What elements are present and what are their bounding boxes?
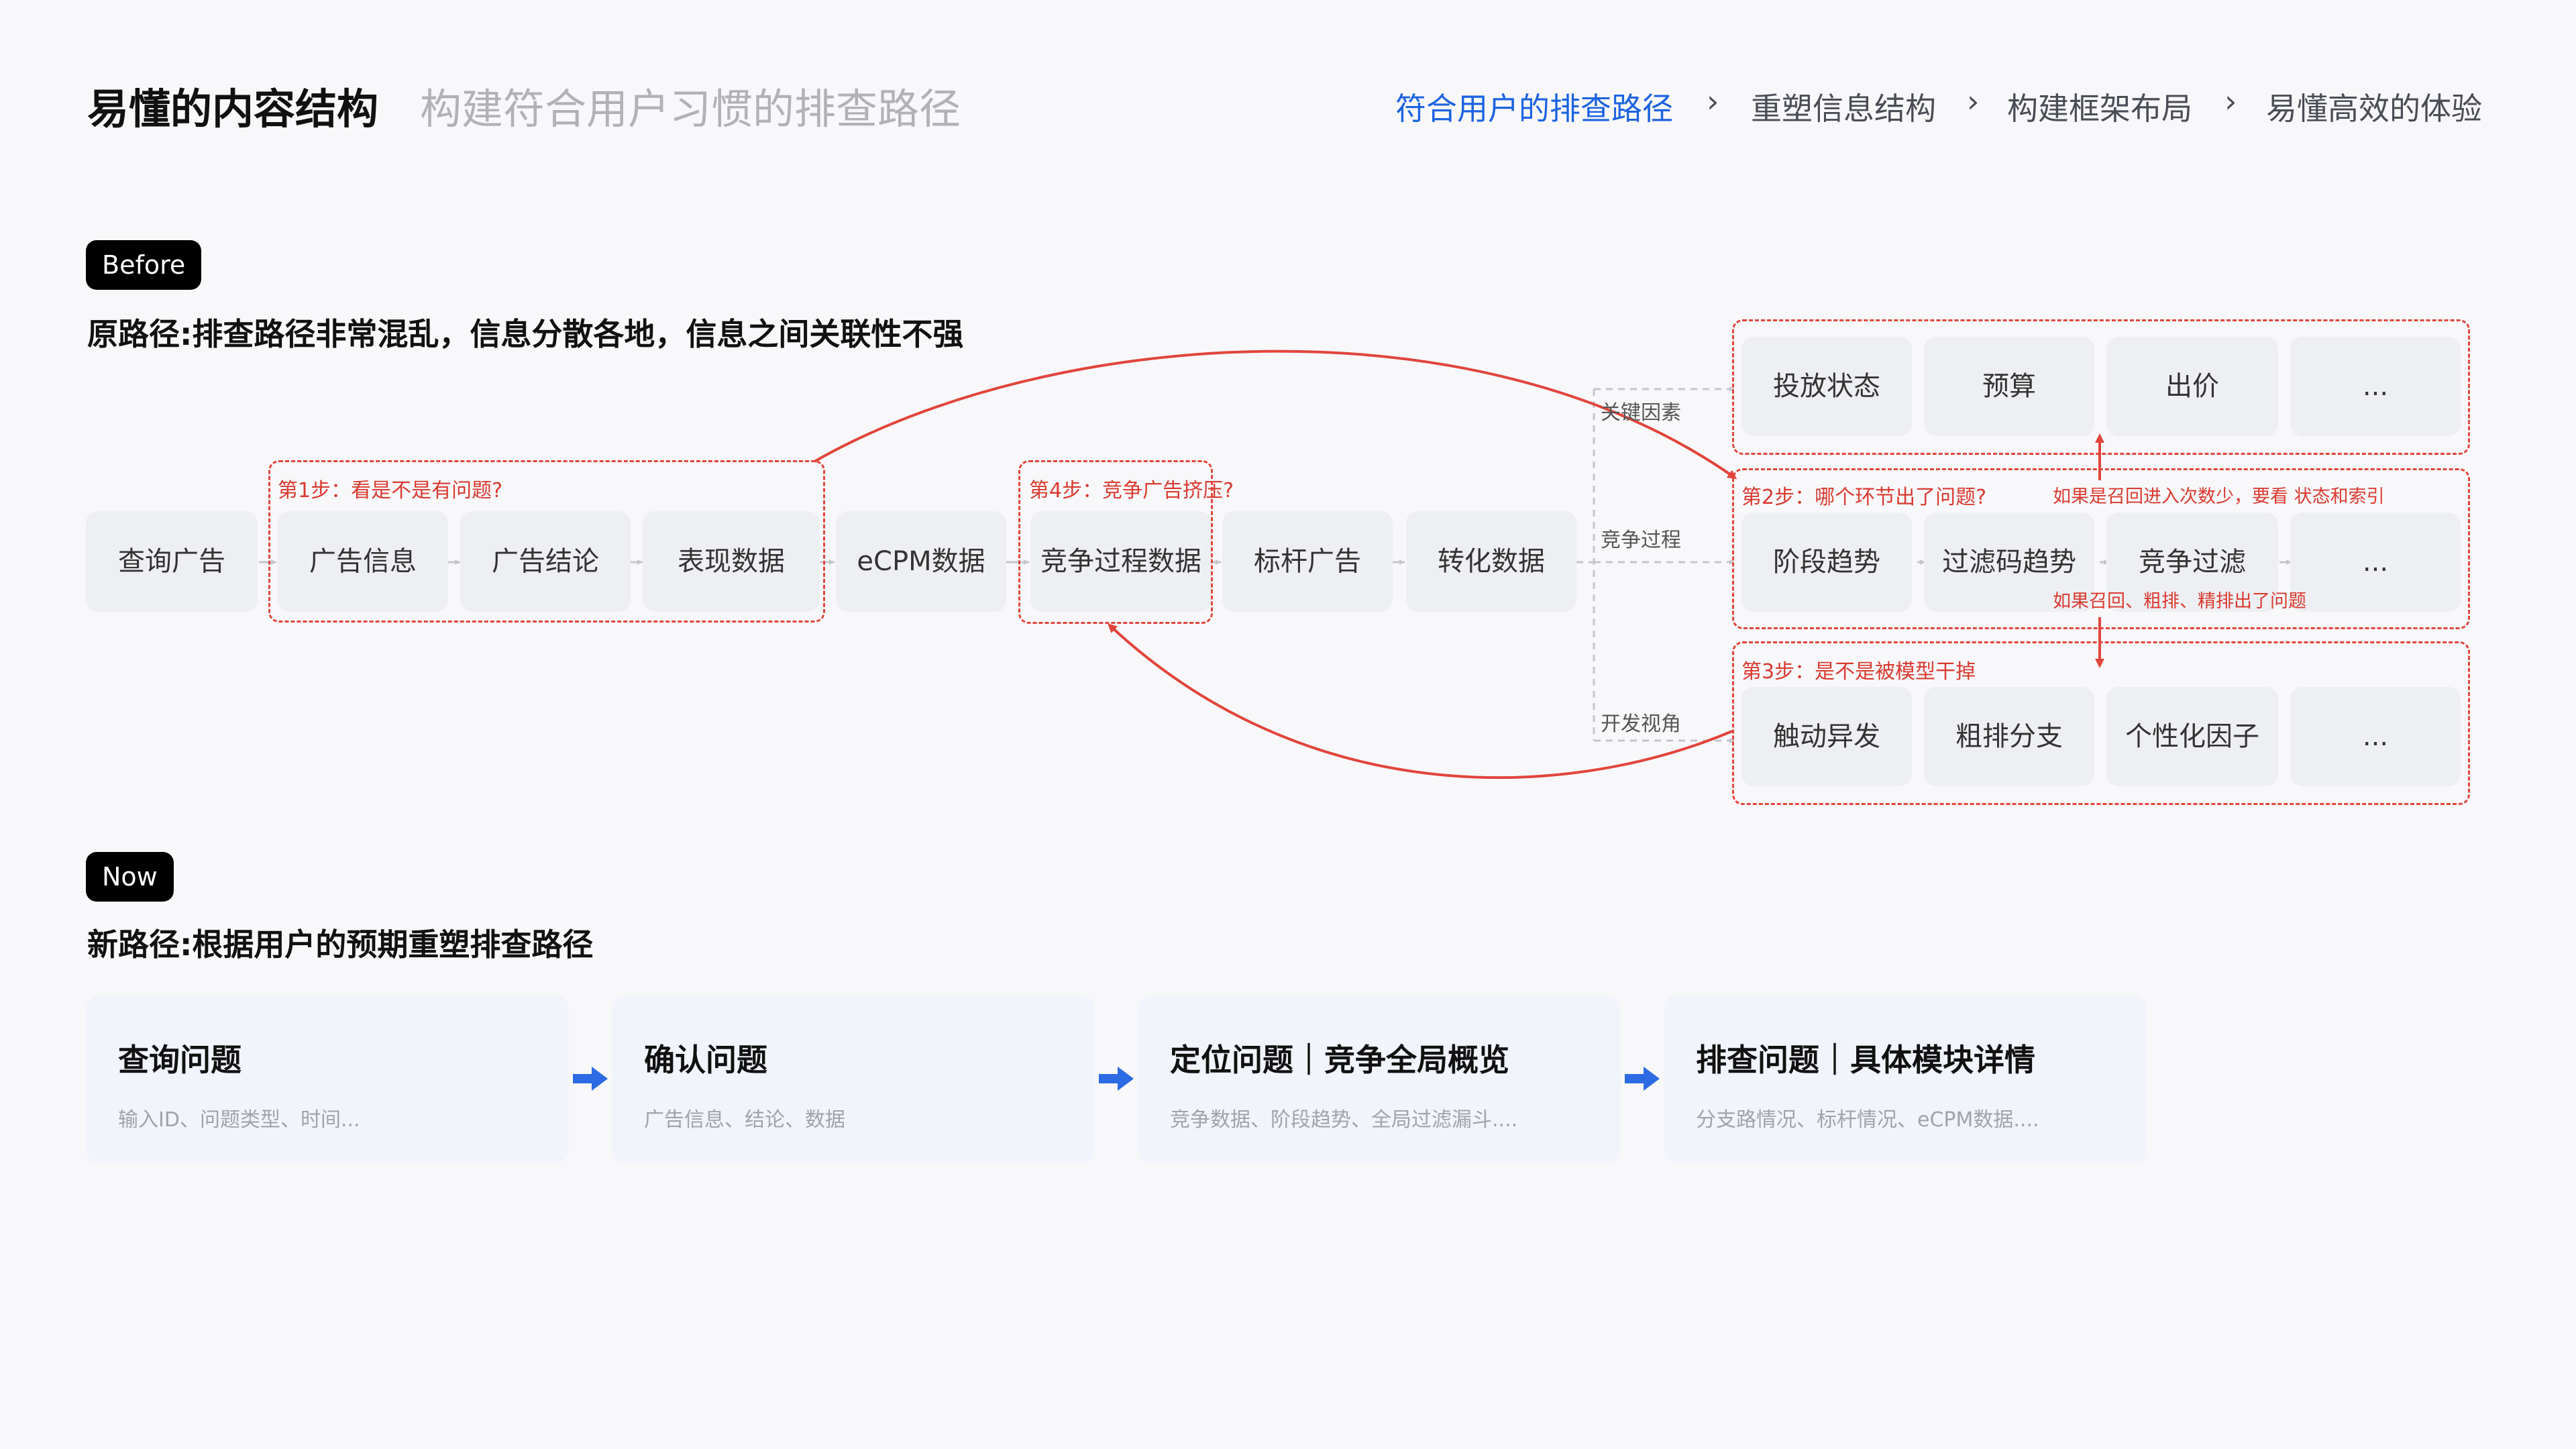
now-title: 新路径:根据用户的预期重塑排查路径: [87, 926, 594, 963]
card-desc: 广告信息、结论、数据: [644, 1108, 845, 1132]
node-bid[interactable]: 出价: [2106, 337, 2278, 436]
now-tag: Now: [86, 852, 174, 902]
node-query-ad[interactable]: 查询广告: [86, 511, 258, 612]
node-coarse-rank-branch[interactable]: 粗排分支: [1924, 687, 2094, 786]
card-desc: 分支路情况、标杆情况、eCPM数据....: [1696, 1108, 2039, 1132]
arrow-right-icon: [573, 1067, 608, 1091]
branch-label-competition: 竞争过程: [1601, 529, 1681, 552]
note-recall-status: 如果是召回进入次数少，要看 状态和索引: [2053, 486, 2385, 507]
node-conversion-data[interactable]: 转化数据: [1406, 511, 1576, 612]
step3-label: 第3步：是不是被模型干掉: [1741, 660, 1976, 684]
card-locate-problem[interactable]: 定位问题｜竞争全局概览 竞争数据、阶段趋势、全局过滤漏斗....: [1138, 996, 1621, 1163]
node-more-2[interactable]: ...: [2290, 513, 2461, 612]
card-confirm-problem[interactable]: 确认问题 广告信息、结论、数据: [612, 996, 1095, 1163]
node-benchmark-ad[interactable]: 标杆广告: [1222, 511, 1393, 612]
card-title: 排查问题｜具体模块详情: [1696, 1042, 2035, 1078]
arrow-right-icon: [1625, 1067, 1660, 1091]
card-desc: 竞争数据、阶段趋势、全局过滤漏斗....: [1170, 1108, 1518, 1132]
card-desc: 输入ID、问题类型、时间...: [118, 1108, 360, 1132]
node-delivery-status[interactable]: 投放状态: [1741, 337, 1912, 436]
note-recall-rank: 如果召回、粗排、精排出了问题: [2053, 591, 2306, 612]
node-budget[interactable]: 预算: [1924, 337, 2094, 436]
card-title: 查询问题: [118, 1042, 241, 1078]
node-trigger-abnormal[interactable]: 触动异发: [1741, 687, 1912, 786]
branch-label-dev-view: 开发视角: [1601, 712, 1681, 736]
step1-label: 第1步：看是不是有问题?: [278, 479, 503, 502]
node-stage-trend[interactable]: 阶段趋势: [1741, 513, 1912, 612]
branch-label-key-factors: 关键因素: [1601, 401, 1681, 425]
node-more-1[interactable]: ...: [2290, 337, 2461, 436]
card-investigate-problem[interactable]: 排查问题｜具体模块详情 分支路情况、标杆情况、eCPM数据....: [1664, 996, 2147, 1163]
node-more-3[interactable]: ...: [2290, 687, 2461, 786]
node-ecpm-data[interactable]: eCPM数据: [836, 511, 1006, 612]
node-personalization-factor[interactable]: 个性化因子: [2106, 687, 2278, 786]
step4-label: 第4步：竞争广告挤压?: [1029, 479, 1234, 502]
card-query-problem[interactable]: 查询问题 输入ID、问题类型、时间...: [86, 996, 569, 1163]
arrow-right-icon: [1099, 1067, 1134, 1091]
card-title: 确认问题: [644, 1042, 767, 1078]
step2-label: 第2步：哪个环节出了问题?: [1741, 486, 1987, 509]
card-title: 定位问题｜竞争全局概览: [1170, 1042, 1509, 1078]
